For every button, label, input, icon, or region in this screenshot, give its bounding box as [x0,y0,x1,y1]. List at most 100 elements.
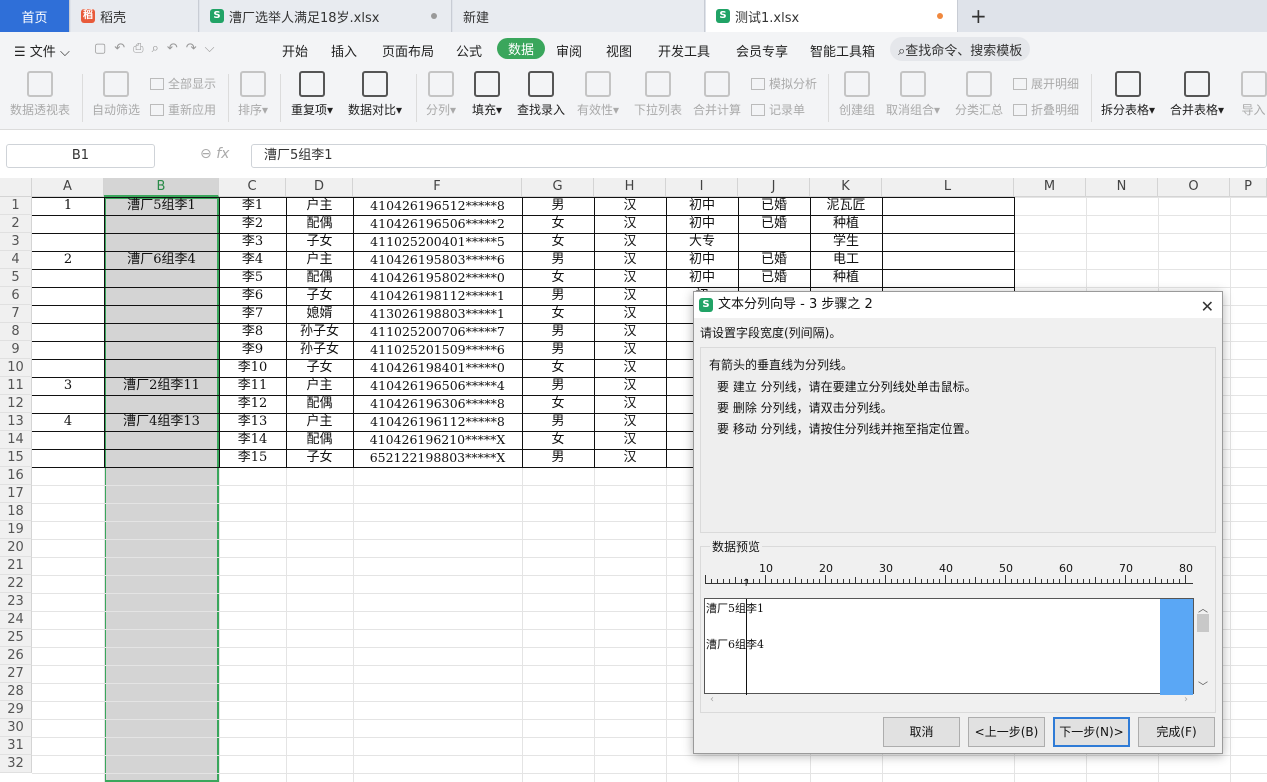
table-cell[interactable] [738,233,810,251]
scroll-up-icon[interactable]: ︿ [1198,600,1208,615]
table-cell[interactable]: 配偶 [286,395,353,413]
tab-new[interactable]: 新建 [453,0,705,32]
menu-item-view[interactable]: 视图 [606,41,632,60]
table-cell[interactable] [104,395,219,413]
table-cell[interactable]: 汉 [594,341,666,359]
row-header[interactable]: 26 [0,647,32,665]
menu-item-data[interactable]: 数据 [497,38,546,59]
table-cell[interactable]: 汉 [594,251,666,269]
table-cell[interactable]: 李8 [219,323,286,341]
column-header[interactable]: J [738,178,810,197]
row-header[interactable]: 27 [0,665,32,683]
table-cell[interactable]: 410426196112*****8 [353,413,522,431]
column-header[interactable]: B [104,178,219,197]
table-cell[interactable]: 汉 [594,215,666,233]
new-tab-plus-icon[interactable]: + [970,4,987,28]
ungroup-button[interactable]: 取消组合▾ [886,71,940,118]
auto-filter-button[interactable]: 自动筛选 [92,71,140,118]
table-cell[interactable]: 汉 [594,449,666,467]
duplicates-button[interactable]: 重复项▾ [291,71,333,118]
row-header[interactable]: 5 [0,269,32,287]
table-cell[interactable]: 户主 [286,413,353,431]
prev-step-button[interactable]: <上一步(B) [968,717,1045,747]
row-header[interactable]: 29 [0,701,32,719]
row-header[interactable]: 18 [0,503,32,521]
pivot-table-button[interactable]: 数据透视表 [10,71,70,118]
table-cell[interactable]: 410426195803*****6 [353,251,522,269]
fill-button[interactable]: 填充▾ [472,71,502,118]
table-cell[interactable]: 410426196506*****2 [353,215,522,233]
lookup-entry-button[interactable]: 查找录入 [517,71,565,118]
next-step-button[interactable]: 下一步(N)> [1053,717,1130,747]
row-header[interactable]: 21 [0,557,32,575]
scroll-right-icon[interactable]: › [1184,694,1188,705]
table-cell[interactable]: 李2 [219,215,286,233]
row-header[interactable]: 13 [0,413,32,431]
import-button[interactable]: 导入 [1240,71,1267,118]
row-header[interactable]: 2 [0,215,32,233]
table-cell[interactable]: 女 [522,359,594,377]
consolidate-button[interactable]: 合并计算 [693,71,741,118]
split-table-button[interactable]: 拆分表格▾ [1101,71,1155,118]
table-cell[interactable]: 汉 [594,197,666,215]
table-cell[interactable] [104,431,219,449]
table-cell[interactable]: 李6 [219,287,286,305]
table-cell[interactable]: 410426196512*****8 [353,197,522,215]
column-header[interactable]: F [353,178,522,197]
table-cell[interactable]: 汉 [594,287,666,305]
table-cell[interactable]: 初中 [666,251,738,269]
table-cell[interactable]: 已婚 [738,251,810,269]
cancel-button[interactable]: 取消 [883,717,960,747]
table-cell[interactable] [32,305,104,323]
table-cell[interactable]: 李10 [219,359,286,377]
validity-button[interactable]: 有效性▾ [577,71,619,118]
tab-daoke[interactable]: 稻稻壳 [71,0,199,32]
merge-table-button[interactable]: 合并表格▾ [1170,71,1224,118]
table-cell[interactable]: 410426195802*****0 [353,269,522,287]
table-cell[interactable]: 电工 [810,251,882,269]
table-cell[interactable]: 男 [522,197,594,215]
row-header[interactable]: 20 [0,539,32,557]
fx-icon[interactable]: ⊖ fx [200,146,229,162]
what-if-analysis-button[interactable]: 模拟分析 [751,75,817,92]
quick-access-icons[interactable]: ▢↶⎙⌕↶↷⌵ [94,41,223,56]
table-cell[interactable]: 户主 [286,377,353,395]
menu-item-formula[interactable]: 公式 [456,41,482,60]
table-cell[interactable]: 411025201509*****6 [353,341,522,359]
name-box[interactable]: B1 [6,144,155,168]
table-cell[interactable]: 李3 [219,233,286,251]
table-cell[interactable] [32,449,104,467]
table-cell[interactable] [32,215,104,233]
table-cell[interactable]: 漕厂5组李1 [104,197,219,215]
table-cell[interactable]: 漕厂4组李13 [104,413,219,431]
table-cell[interactable]: 女 [522,215,594,233]
column-header[interactable]: N [1086,178,1158,197]
table-cell[interactable]: 李9 [219,341,286,359]
table-cell[interactable]: 孙子女 [286,323,353,341]
preview-vertical-scrollbar[interactable]: ︿ ﹀ [1195,598,1211,694]
table-cell[interactable]: 男 [522,413,594,431]
table-cell[interactable]: 3 [32,377,104,395]
table-cell[interactable] [104,359,219,377]
table-cell[interactable]: 户主 [286,197,353,215]
table-cell[interactable]: 汉 [594,269,666,287]
row-header[interactable]: 7 [0,305,32,323]
formula-input[interactable]: 漕厂5组李1 [251,144,1267,168]
table-cell[interactable] [104,305,219,323]
table-cell[interactable]: 汉 [594,323,666,341]
table-cell[interactable] [32,269,104,287]
table-cell[interactable]: 已婚 [738,215,810,233]
subtotal-button[interactable]: 分类汇总 [955,71,1003,118]
break-arrow-icon[interactable]: ↑ [742,578,750,589]
table-cell[interactable]: 漕厂6组李4 [104,251,219,269]
collapse-detail-button[interactable]: 折叠明细 [1013,101,1079,118]
row-header[interactable]: 11 [0,377,32,395]
table-cell[interactable]: 泥瓦匠 [810,197,882,215]
row-header[interactable]: 28 [0,683,32,701]
column-header[interactable]: G [522,178,594,197]
table-cell[interactable]: 女 [522,431,594,449]
data-compare-button[interactable]: 数据对比▾ [348,71,402,118]
row-header[interactable]: 19 [0,521,32,539]
reapply-button[interactable]: 重新应用 [150,101,216,118]
column-header[interactable]: H [594,178,666,197]
